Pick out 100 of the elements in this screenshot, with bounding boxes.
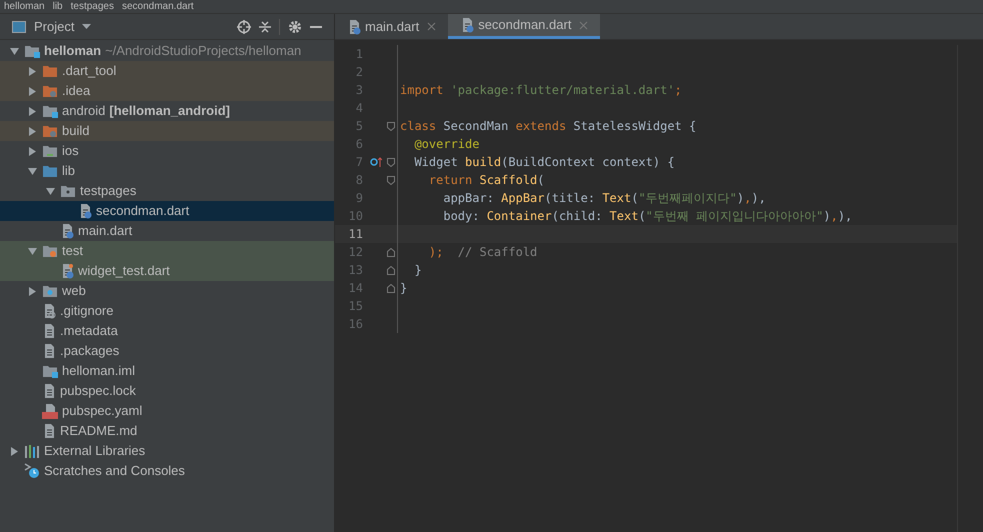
module-name: [helloman_android] xyxy=(109,102,230,120)
code-line: } xyxy=(399,280,408,297)
tree-row[interactable]: secondman.dart xyxy=(0,201,334,221)
tree-row[interactable]: README.md xyxy=(0,421,334,441)
expanded-arrow-icon[interactable] xyxy=(28,166,36,176)
tree-label: build xyxy=(62,122,90,140)
tree-row[interactable]: Scratches and Consoles xyxy=(0,461,334,481)
tree-label: .packages xyxy=(60,342,120,360)
code-line: return Scaffold( xyxy=(428,172,545,189)
folder-icon xyxy=(24,44,40,58)
tree-row[interactable]: widget_test.dart xyxy=(0,261,334,281)
tree-row[interactable]: External Libraries xyxy=(0,441,334,461)
line-number: 2 xyxy=(354,64,364,81)
line-number: 11 xyxy=(348,226,364,243)
file-icon xyxy=(42,383,56,399)
collapsed-arrow-icon[interactable] xyxy=(28,86,36,96)
tree-row[interactable]: android [helloman_android] xyxy=(0,101,334,121)
tree-label: main.dart xyxy=(78,222,132,240)
fold-marker-icon[interactable] xyxy=(387,158,395,166)
tree-label: widget_test.dart xyxy=(78,262,170,280)
line-number: 7 xyxy=(354,154,364,171)
tree-row[interactable]: test xyxy=(0,241,334,261)
breadcrumb-item[interactable]: helloman xyxy=(4,1,45,13)
code-line: } xyxy=(413,262,422,279)
tree-label: .metadata xyxy=(60,322,118,340)
tree-label: testpages xyxy=(80,182,136,200)
fold-marker-icon[interactable] xyxy=(387,284,395,292)
line-number: 15 xyxy=(348,298,364,315)
code-line: class SecondMan extends StatelessWidget { xyxy=(399,118,696,135)
collapsed-arrow-icon[interactable] xyxy=(28,146,36,156)
tree-row[interactable]: main.dart xyxy=(0,221,334,241)
dropdown-caret-icon[interactable] xyxy=(82,24,92,30)
line-number: 1 xyxy=(354,46,364,63)
close-icon[interactable] xyxy=(427,22,436,31)
file-icon xyxy=(42,303,56,319)
panel-icon xyxy=(12,20,26,32)
line-number: 9 xyxy=(354,190,364,207)
line-number: 5 xyxy=(354,118,364,135)
line-number: 10 xyxy=(348,208,364,225)
collapsed-arrow-icon[interactable] xyxy=(10,446,18,456)
tree-row[interactable]: ios xyxy=(0,141,334,161)
folder-icon xyxy=(42,244,58,258)
line-number: 13 xyxy=(348,262,364,279)
file-icon xyxy=(60,263,74,279)
expanded-arrow-icon[interactable] xyxy=(10,46,18,56)
fold-marker-icon[interactable] xyxy=(387,266,395,274)
folder-icon xyxy=(42,104,58,118)
collapsed-arrow-icon[interactable] xyxy=(28,286,36,296)
tree-row[interactable]: .packages xyxy=(0,341,334,361)
file-icon xyxy=(78,203,92,219)
tree-row[interactable]: .idea xyxy=(0,81,334,101)
fold-marker-icon[interactable] xyxy=(387,122,395,130)
breadcrumb-item[interactable]: testpages xyxy=(70,1,114,13)
fold-marker-icon[interactable] xyxy=(387,176,395,184)
expanded-arrow-icon[interactable] xyxy=(46,186,54,196)
tree-row[interactable]: pubspec.lock xyxy=(0,381,334,401)
breadcrumb-item[interactable]: secondman.dart xyxy=(122,1,194,13)
collapsed-arrow-icon[interactable] xyxy=(28,106,36,116)
tree-row[interactable]: testpages xyxy=(0,181,334,201)
code-line: appBar: AppBar(title: Text("두번째페이지다"),), xyxy=(442,190,766,207)
tree-label: test xyxy=(62,242,83,260)
tree-row[interactable]: helloman ~/AndroidStudioProjects/helloman xyxy=(0,41,334,61)
editor-tab[interactable]: secondman.dart xyxy=(448,14,600,39)
tree-row[interactable]: pubspec.yaml xyxy=(0,401,334,421)
tree-row[interactable]: lib xyxy=(0,161,334,181)
fold-marker-icon[interactable] xyxy=(387,248,395,256)
tree-label: Scratches and Consoles xyxy=(44,462,185,480)
override-marker-icon[interactable] xyxy=(370,157,382,167)
tree-row[interactable]: .dart_tool xyxy=(0,61,334,81)
tree-row[interactable]: helloman.iml xyxy=(0,361,334,381)
folder-icon xyxy=(60,184,76,198)
settings-icon[interactable] xyxy=(288,20,302,34)
minimize-icon[interactable] xyxy=(310,26,322,28)
tree-label: secondman.dart xyxy=(96,202,190,220)
file-icon xyxy=(42,323,56,339)
collapse-all-icon[interactable] xyxy=(259,20,271,34)
editor-tab[interactable]: main.dart xyxy=(335,14,448,39)
tree-row[interactable]: build xyxy=(0,121,334,141)
collapsed-arrow-icon[interactable] xyxy=(28,126,36,136)
locate-icon[interactable] xyxy=(237,20,251,34)
code-line: import 'package:flutter/material.dart'; xyxy=(399,82,682,99)
collapsed-arrow-icon[interactable] xyxy=(28,66,36,76)
line-number: 12 xyxy=(348,244,364,261)
tree-row[interactable]: .metadata xyxy=(0,321,334,341)
tree-label: External Libraries xyxy=(44,442,146,460)
code-line: @override xyxy=(413,136,480,153)
line-number: 3 xyxy=(354,82,364,99)
scratches-icon xyxy=(24,463,40,479)
tree-row[interactable]: web xyxy=(0,281,334,301)
tree-label: ios xyxy=(62,142,79,160)
code-line: Widget build(BuildContext context) { xyxy=(413,154,675,171)
folder-icon xyxy=(42,64,58,78)
line-number: 14 xyxy=(348,280,364,297)
tree-label: pubspec.lock xyxy=(60,382,136,400)
folder-icon xyxy=(42,364,58,378)
expanded-arrow-icon[interactable] xyxy=(28,246,36,256)
tree-label: .gitignore xyxy=(60,302,114,320)
breadcrumb-item[interactable]: lib xyxy=(52,1,63,13)
tree-row[interactable]: .gitignore xyxy=(0,301,334,321)
panel-title[interactable]: Project xyxy=(34,16,74,36)
